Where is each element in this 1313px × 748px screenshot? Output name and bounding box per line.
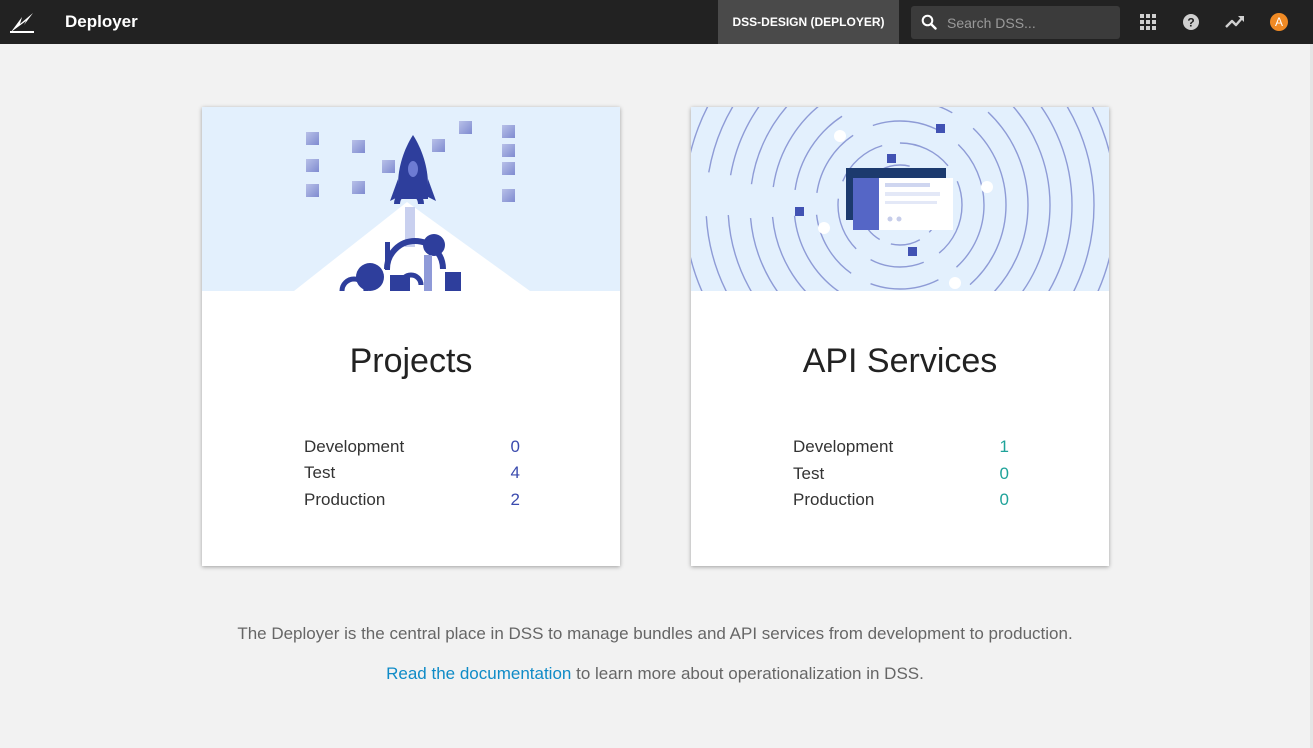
stat-value[interactable]: 0 xyxy=(511,437,520,457)
documentation-suffix: to learn more about operationalization i… xyxy=(571,664,924,683)
stat-label: Production xyxy=(793,490,875,509)
stat-row-development[interactable]: Development 0 xyxy=(304,437,520,459)
stat-label: Development xyxy=(304,437,405,456)
deployer-description: The Deployer is the central place in DSS… xyxy=(237,624,1073,643)
projects-card[interactable]: Projects Development 0 Test 4 Production… xyxy=(202,107,620,566)
documentation-line: Read the documentation to learn more abo… xyxy=(0,664,1310,684)
instance-tab[interactable]: DSS-DESIGN (DEPLOYER) xyxy=(718,0,899,44)
help-icon[interactable]: ? xyxy=(1181,12,1201,32)
stat-label: Test xyxy=(304,463,336,482)
logo-icon[interactable] xyxy=(9,11,35,33)
api-illustration xyxy=(691,107,1109,291)
stat-label: Development xyxy=(793,437,894,456)
top-navigation-bar: Deployer DSS-DESIGN (DEPLOYER) ? A xyxy=(0,0,1313,44)
stat-value[interactable]: 2 xyxy=(511,490,520,510)
stat-value[interactable]: 0 xyxy=(1000,490,1009,510)
search-input[interactable] xyxy=(947,6,1112,39)
trends-icon[interactable] xyxy=(1225,12,1245,32)
search-icon xyxy=(921,14,937,30)
api-services-card[interactable]: API Services Development 1 Test 0 Produc… xyxy=(691,107,1109,566)
app-title[interactable]: Deployer xyxy=(65,12,138,32)
rocket-illustration xyxy=(202,107,620,291)
search-box[interactable] xyxy=(911,6,1120,39)
stat-label: Test xyxy=(793,464,825,483)
svg-text:?: ? xyxy=(1187,16,1194,30)
stat-row-production[interactable]: Production 0 xyxy=(793,490,1009,512)
stat-label: Production xyxy=(304,490,386,509)
stat-row-production[interactable]: Production 2 xyxy=(304,490,520,512)
stat-row-test[interactable]: Test 0 xyxy=(793,464,1009,486)
stat-row-development[interactable]: Development 1 xyxy=(793,437,1009,459)
avatar[interactable]: A xyxy=(1270,13,1288,31)
apps-grid-icon[interactable] xyxy=(1138,12,1158,32)
stat-value[interactable]: 0 xyxy=(1000,464,1009,484)
stat-row-test[interactable]: Test 4 xyxy=(304,463,520,485)
card-title: API Services xyxy=(802,342,998,380)
card-title: Projects xyxy=(349,342,473,380)
rocket-illustration-art xyxy=(294,121,530,291)
documentation-link[interactable]: Read the documentation xyxy=(386,664,571,683)
stat-value[interactable]: 4 xyxy=(511,463,520,483)
stat-value[interactable]: 1 xyxy=(1000,437,1009,457)
api-illustration-art xyxy=(691,107,1109,291)
